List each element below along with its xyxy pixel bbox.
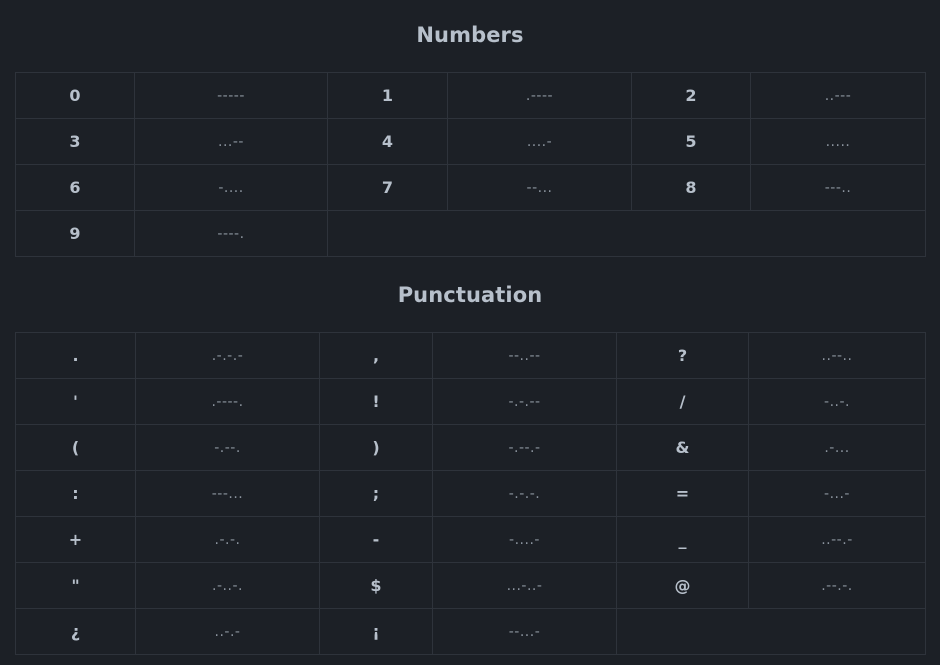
numbers-table: 0 ----- 1 .---- 2 ..--- 3 ...-- 4 ....- 5..... 6 -..… bbox=[15, 72, 926, 257]
morse-code-cell: ..--.. bbox=[748, 332, 926, 379]
character-cell: : bbox=[15, 470, 136, 517]
character-cell: @ bbox=[616, 562, 749, 609]
character-cell: 2 bbox=[631, 72, 751, 119]
character-cell: 6 bbox=[15, 164, 135, 211]
morse-code-cell: ...-..- bbox=[432, 562, 617, 609]
morse-code-cell: --..-- bbox=[432, 332, 617, 379]
morse-code-cell: -.--.- bbox=[432, 424, 617, 471]
empty-cell bbox=[327, 210, 926, 257]
character-cell: = bbox=[616, 470, 749, 517]
table-row: 0 ----- 1 .---- 2 ..--- bbox=[15, 72, 926, 119]
table-row: . .-.-.-, --..--? ..--.. bbox=[15, 332, 926, 379]
punctuation-section-title: Punctuation bbox=[397, 283, 543, 307]
character-cell: 9 bbox=[15, 210, 135, 257]
character-cell: 1 bbox=[327, 72, 448, 119]
table-row: 6 -.... 7 --... 8 ---.. bbox=[15, 164, 926, 211]
morse-code-cell: .----. bbox=[135, 378, 320, 425]
morse-code-cell: ...-- bbox=[134, 118, 328, 165]
morse-code-cell: ..--.- bbox=[748, 516, 926, 563]
table-row: ¿ ..-.- ¡ --...- bbox=[15, 608, 926, 655]
morse-code-cell: ---.. bbox=[750, 164, 926, 211]
morse-code-cell: -.-.-. bbox=[432, 470, 617, 517]
morse-code-cell: ....- bbox=[447, 118, 632, 165]
character-cell: ¡ bbox=[319, 608, 433, 655]
empty-cell bbox=[616, 608, 926, 655]
morse-code-cell: -.-.-- bbox=[432, 378, 617, 425]
character-cell: . bbox=[15, 332, 136, 379]
character-cell: 4 bbox=[327, 118, 448, 165]
morse-code-cell: ..-.- bbox=[135, 608, 320, 655]
morse-code-cell: -.--. bbox=[135, 424, 320, 471]
table-row: 9 ----. bbox=[15, 210, 926, 257]
table-row: " .-..-. $ ...-..- @ .--.-. bbox=[15, 562, 926, 609]
character-cell: ¿ bbox=[15, 608, 136, 655]
morse-code-cell: .-.-.- bbox=[135, 332, 320, 379]
punctuation-table: . .-.-.-, --..--? ..--.. ' .----.! -.-.-- / -..-… bbox=[15, 332, 926, 655]
table-row: 3 ...-- 4 ....- 5..... bbox=[15, 118, 926, 165]
character-cell: + bbox=[15, 516, 136, 563]
character-cell: ) bbox=[319, 424, 433, 471]
morse-code-cell: -....- bbox=[432, 516, 617, 563]
table-row: + .-.-. - -....- _ ..--.- bbox=[15, 516, 926, 563]
morse-code-cell: -..-. bbox=[748, 378, 926, 425]
character-cell: 5 bbox=[631, 118, 751, 165]
character-cell: / bbox=[616, 378, 749, 425]
morse-reference-page: Numbers 0 ----- 1 .---- 2 ..--- 3 ...-- 4 ....- 5.… bbox=[0, 0, 940, 665]
morse-code-cell: ..... bbox=[750, 118, 926, 165]
character-cell: $ bbox=[319, 562, 433, 609]
morse-code-cell: ---... bbox=[135, 470, 320, 517]
table-row: (-.--.) -.--.- & .-... bbox=[15, 424, 926, 471]
morse-code-cell: -...- bbox=[748, 470, 926, 517]
morse-code-cell: .--.-. bbox=[748, 562, 926, 609]
character-cell: , bbox=[319, 332, 433, 379]
morse-code-cell: .-.-. bbox=[135, 516, 320, 563]
morse-code-cell: --...- bbox=[432, 608, 617, 655]
character-cell: _ bbox=[616, 516, 749, 563]
morse-code-cell: ..--- bbox=[750, 72, 926, 119]
morse-code-cell: --... bbox=[447, 164, 632, 211]
morse-code-cell: .---- bbox=[447, 72, 632, 119]
morse-code-cell: .-..-. bbox=[135, 562, 320, 609]
character-cell: ? bbox=[616, 332, 749, 379]
character-cell: & bbox=[616, 424, 749, 471]
morse-code-cell: ----- bbox=[134, 72, 328, 119]
table-row: ' .----.! -.-.-- / -..-. bbox=[15, 378, 926, 425]
morse-code-cell: ----. bbox=[134, 210, 328, 257]
character-cell: ( bbox=[15, 424, 136, 471]
morse-code-cell: -.... bbox=[134, 164, 328, 211]
character-cell: - bbox=[319, 516, 433, 563]
character-cell: ' bbox=[15, 378, 136, 425]
character-cell: ! bbox=[319, 378, 433, 425]
table-row: : ---...; -.-.-. = -...- bbox=[15, 470, 926, 517]
morse-code-cell: .-... bbox=[748, 424, 926, 471]
character-cell: 0 bbox=[15, 72, 135, 119]
character-cell: " bbox=[15, 562, 136, 609]
numbers-section-title: Numbers bbox=[416, 23, 524, 47]
character-cell: ; bbox=[319, 470, 433, 517]
character-cell: 8 bbox=[631, 164, 751, 211]
character-cell: 7 bbox=[327, 164, 448, 211]
character-cell: 3 bbox=[15, 118, 135, 165]
